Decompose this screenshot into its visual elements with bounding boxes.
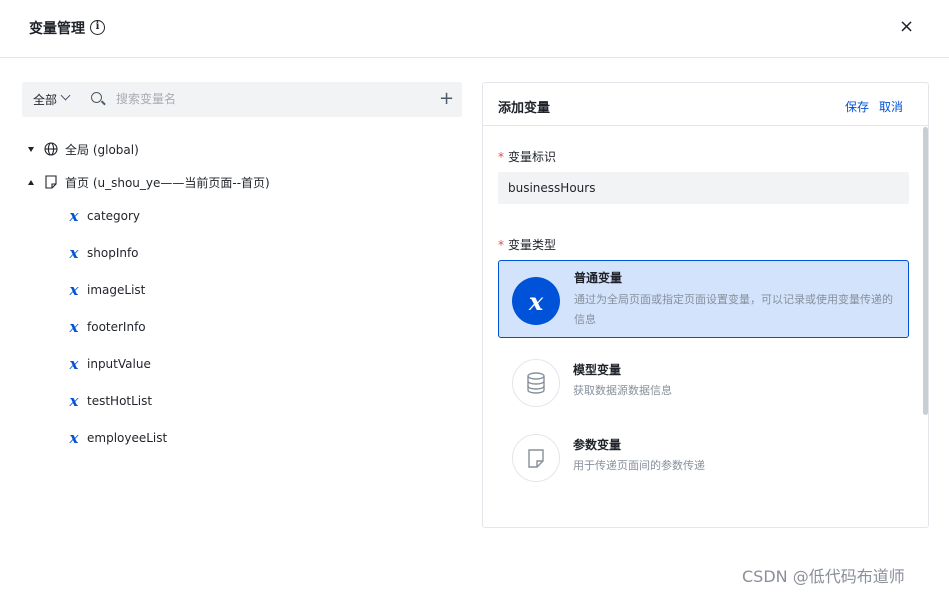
panel-title: 添加变量 xyxy=(498,101,551,116)
required-mark: * xyxy=(498,238,504,252)
variable-x-icon: x xyxy=(69,392,79,410)
type-option-desc: 通过为全局页面或指定页面设置变量，可以记录或使用变量传递的信息 xyxy=(574,293,893,326)
tree-node-global[interactable]: 全局 (global) xyxy=(28,139,139,159)
variable-type-label-text: 变量类型 xyxy=(508,238,557,252)
type-option-name: 参数变量 xyxy=(573,438,622,452)
dialog-title: 变量管理 xyxy=(29,21,85,37)
variable-x-icon: x xyxy=(69,244,79,262)
search-icon xyxy=(91,92,102,103)
watermark: CSDN @低代码布道师 xyxy=(742,567,905,586)
variable-toolbar: 全部 + xyxy=(22,82,462,117)
page-icon xyxy=(45,175,57,189)
panel-header: 添加变量 保存 取消 xyxy=(483,83,928,126)
variable-name: imageList xyxy=(87,283,146,297)
type-option-desc: 获取数据源数据信息 xyxy=(573,384,672,397)
tree-node-page-label: 首页 (u_shou_ye——当前页面--首页) xyxy=(65,175,270,190)
tree-node-page[interactable]: 首页 (u_shou_ye——当前页面--首页) xyxy=(28,172,270,192)
add-variable-icon[interactable]: + xyxy=(439,89,454,109)
tree-variable-item[interactable]: x employeeList xyxy=(67,428,168,448)
variable-name: inputValue xyxy=(87,357,151,371)
type-option-normal[interactable]: x 普通变量 通过为全局页面或指定页面设置变量，可以记录或使用变量传递的信息 xyxy=(498,260,909,338)
variable-id-label: * 变量标识 xyxy=(498,148,556,165)
variable-x-icon: x xyxy=(69,281,79,299)
tree-variable-item[interactable]: x inputValue xyxy=(67,354,151,374)
search-input[interactable] xyxy=(116,89,416,109)
variable-x-icon: x xyxy=(69,355,79,373)
variable-name: footerInfo xyxy=(87,320,146,334)
variable-name: employeeList xyxy=(87,431,168,445)
dialog-header: 变量管理 i × xyxy=(0,0,949,58)
tree-variable-item[interactable]: x testHotList xyxy=(67,391,153,411)
variable-x-icon: x xyxy=(69,318,79,336)
save-button[interactable]: 保存 xyxy=(845,98,869,115)
panel-scrollbar[interactable] xyxy=(923,127,928,415)
globe-icon xyxy=(44,142,58,156)
variable-name: shopInfo xyxy=(87,246,139,260)
tree-variable-item[interactable]: x shopInfo xyxy=(67,243,139,263)
scope-select[interactable]: 全部 xyxy=(33,91,57,108)
required-mark: * xyxy=(498,150,504,164)
variable-x-icon: x xyxy=(69,207,79,225)
type-option-name: 普通变量 xyxy=(574,271,623,285)
variable-type-label: * 变量类型 xyxy=(498,236,556,253)
caret-up-icon[interactable] xyxy=(28,179,34,185)
variable-name: testHotList xyxy=(87,394,153,408)
tree-variable-item[interactable]: x category xyxy=(67,206,141,226)
type-option-model[interactable]: 模型变量 获取数据源数据信息 xyxy=(498,343,909,421)
tree-variable-item[interactable]: x imageList xyxy=(67,280,146,300)
add-variable-panel: 添加变量 保存 取消 * 变量标识 * 变量类型 x 普通变量 通过为全局页面或指定… xyxy=(482,82,929,528)
cancel-button[interactable]: 取消 xyxy=(879,98,903,115)
type-option-name: 模型变量 xyxy=(573,363,622,377)
close-icon[interactable]: × xyxy=(899,17,914,37)
chevron-down-icon[interactable] xyxy=(60,90,71,101)
tree-variable-item[interactable]: x footerInfo xyxy=(67,317,146,337)
info-icon[interactable]: i xyxy=(90,20,105,35)
variable-x-icon: x xyxy=(69,429,79,447)
database-icon xyxy=(512,359,560,407)
variable-name: category xyxy=(87,209,141,223)
tree-node-global-label: 全局 (global) xyxy=(65,142,139,157)
variable-id-label-text: 变量标识 xyxy=(508,150,557,164)
caret-down-icon[interactable] xyxy=(28,146,34,152)
variable-id-field[interactable] xyxy=(498,172,909,204)
type-option-desc: 用于传递页面间的参数传递 xyxy=(573,459,705,472)
variable-x-icon: x xyxy=(512,277,560,325)
document-icon xyxy=(512,434,560,482)
type-option-param[interactable]: 参数变量 用于传递页面间的参数传递 xyxy=(498,418,909,496)
